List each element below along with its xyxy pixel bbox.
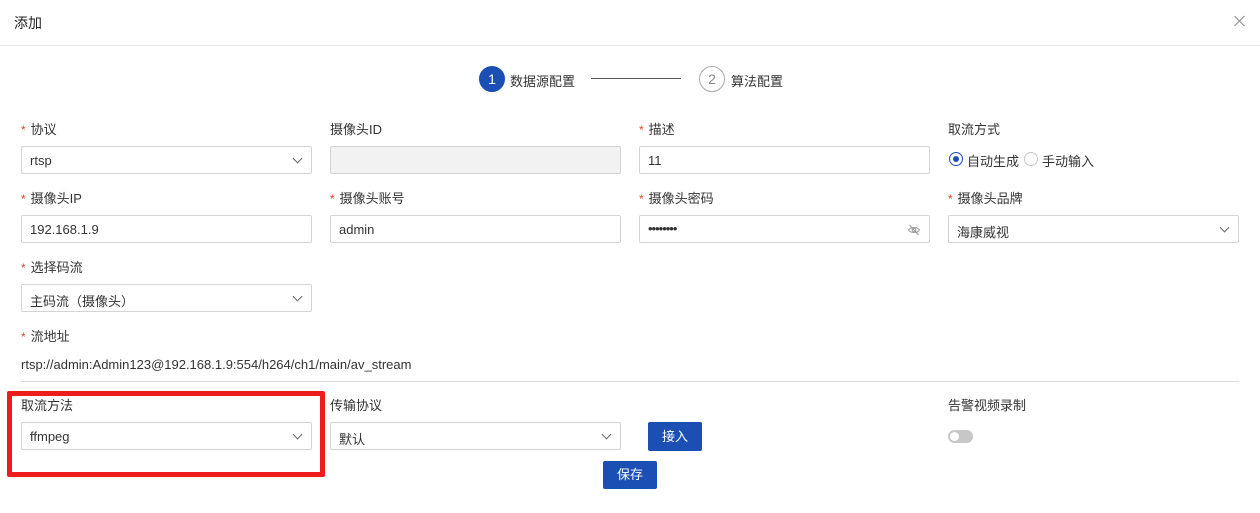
camera-brand-label-text: 摄像头品牌 [957,191,1023,206]
dialog-header: 添加 [0,0,1260,46]
camera-brand-value: 海康威视 [957,225,1010,240]
add-dialog: 添加 1 数据源配置 2 算法配置 * 协议 rtsp 摄像头ID * 描述 11 … [0,0,1260,513]
chevron-down-icon [292,153,303,164]
connect-button[interactable]: 接入 [648,422,702,451]
camera-ip-value: 192.168.1.9 [30,222,99,237]
fetch-method-value: ffmpeg [30,429,70,444]
step-1-number: 1 [479,66,505,92]
transport-select[interactable]: 默认 [330,422,621,450]
stream-select[interactable]: 主码流（摄像头） [21,284,312,312]
camera-account-label: * 摄像头账号 [330,191,405,207]
fetch-method-select[interactable]: ffmpeg [21,422,312,450]
radio-manual[interactable] [1024,152,1038,166]
section-divider [21,381,1239,382]
camera-password-label: * 摄像头密码 [639,191,714,207]
required-mark: * [21,261,26,275]
chevron-down-icon [292,429,303,440]
camera-id-input[interactable] [330,146,621,174]
camera-password-input[interactable]: •••••••• [639,215,930,243]
alarm-record-label: 告警视频录制 [948,398,1027,413]
eye-off-icon[interactable] [907,223,921,237]
required-mark: * [330,192,335,206]
camera-password-value: •••••••• [648,221,677,236]
camera-ip-input[interactable]: 192.168.1.9 [21,215,312,243]
description-label: * 描述 [639,122,675,138]
camera-brand-label: * 摄像头品牌 [948,191,1023,207]
stream-url-label: * 流地址 [21,329,70,345]
description-value: 11 [648,153,662,168]
camera-account-label-text: 摄像头账号 [339,191,405,206]
transport-value: 默认 [339,432,366,447]
required-mark: * [21,330,26,344]
alarm-record-toggle[interactable] [948,430,973,443]
stream-url-label-text: 流地址 [30,329,70,344]
stream-select-label: * 选择码流 [21,260,83,276]
camera-id-label: 摄像头ID [330,122,383,137]
step-connector [591,78,681,79]
transport-label: 传输协议 [330,398,383,413]
protocol-label: * 协议 [21,122,57,138]
camera-brand-select[interactable]: 海康威视 [948,215,1239,243]
step-1-label: 数据源配置 [510,74,576,89]
chevron-down-icon [601,429,612,440]
camera-ip-label-text: 摄像头IP [30,191,82,206]
camera-password-label-text: 摄像头密码 [648,191,714,206]
stream-mode-label: 取流方式 [948,122,1001,137]
description-input[interactable]: 11 [639,146,930,174]
step-2-number: 2 [699,66,725,92]
chevron-down-icon [1219,222,1230,233]
fetch-method-label: 取流方法 [21,398,74,413]
stream-url-value: rtsp://admin:Admin123@192.168.1.9:554/h2… [21,357,412,372]
dialog-title: 添加 [14,15,42,31]
steps: 1 数据源配置 2 算法配置 [478,65,798,93]
radio-manual-label[interactable]: 手动输入 [1042,151,1094,170]
camera-account-value: admin [339,222,375,237]
protocol-value: rtsp [30,153,52,168]
chevron-down-icon [292,291,303,302]
required-mark: * [21,123,26,137]
save-button[interactable]: 保存 [603,461,657,489]
required-mark: * [948,192,953,206]
step-2-label: 算法配置 [731,74,784,89]
radio-auto-label[interactable]: 自动生成 [967,151,1019,170]
camera-account-input[interactable]: admin [330,215,621,243]
protocol-label-text: 协议 [30,122,57,137]
protocol-select[interactable]: rtsp [21,146,312,174]
camera-ip-label: * 摄像头IP [21,191,82,207]
stream-select-value: 主码流（摄像头） [30,294,135,309]
required-mark: * [21,192,26,206]
description-label-text: 描述 [648,122,675,137]
required-mark: * [639,192,644,206]
required-mark: * [639,123,644,137]
stream-mode-radio-group: 自动生成 手动输入 [948,151,1248,169]
close-icon[interactable] [1232,13,1248,29]
stream-select-label-text: 选择码流 [30,260,83,275]
radio-auto[interactable] [949,152,963,166]
